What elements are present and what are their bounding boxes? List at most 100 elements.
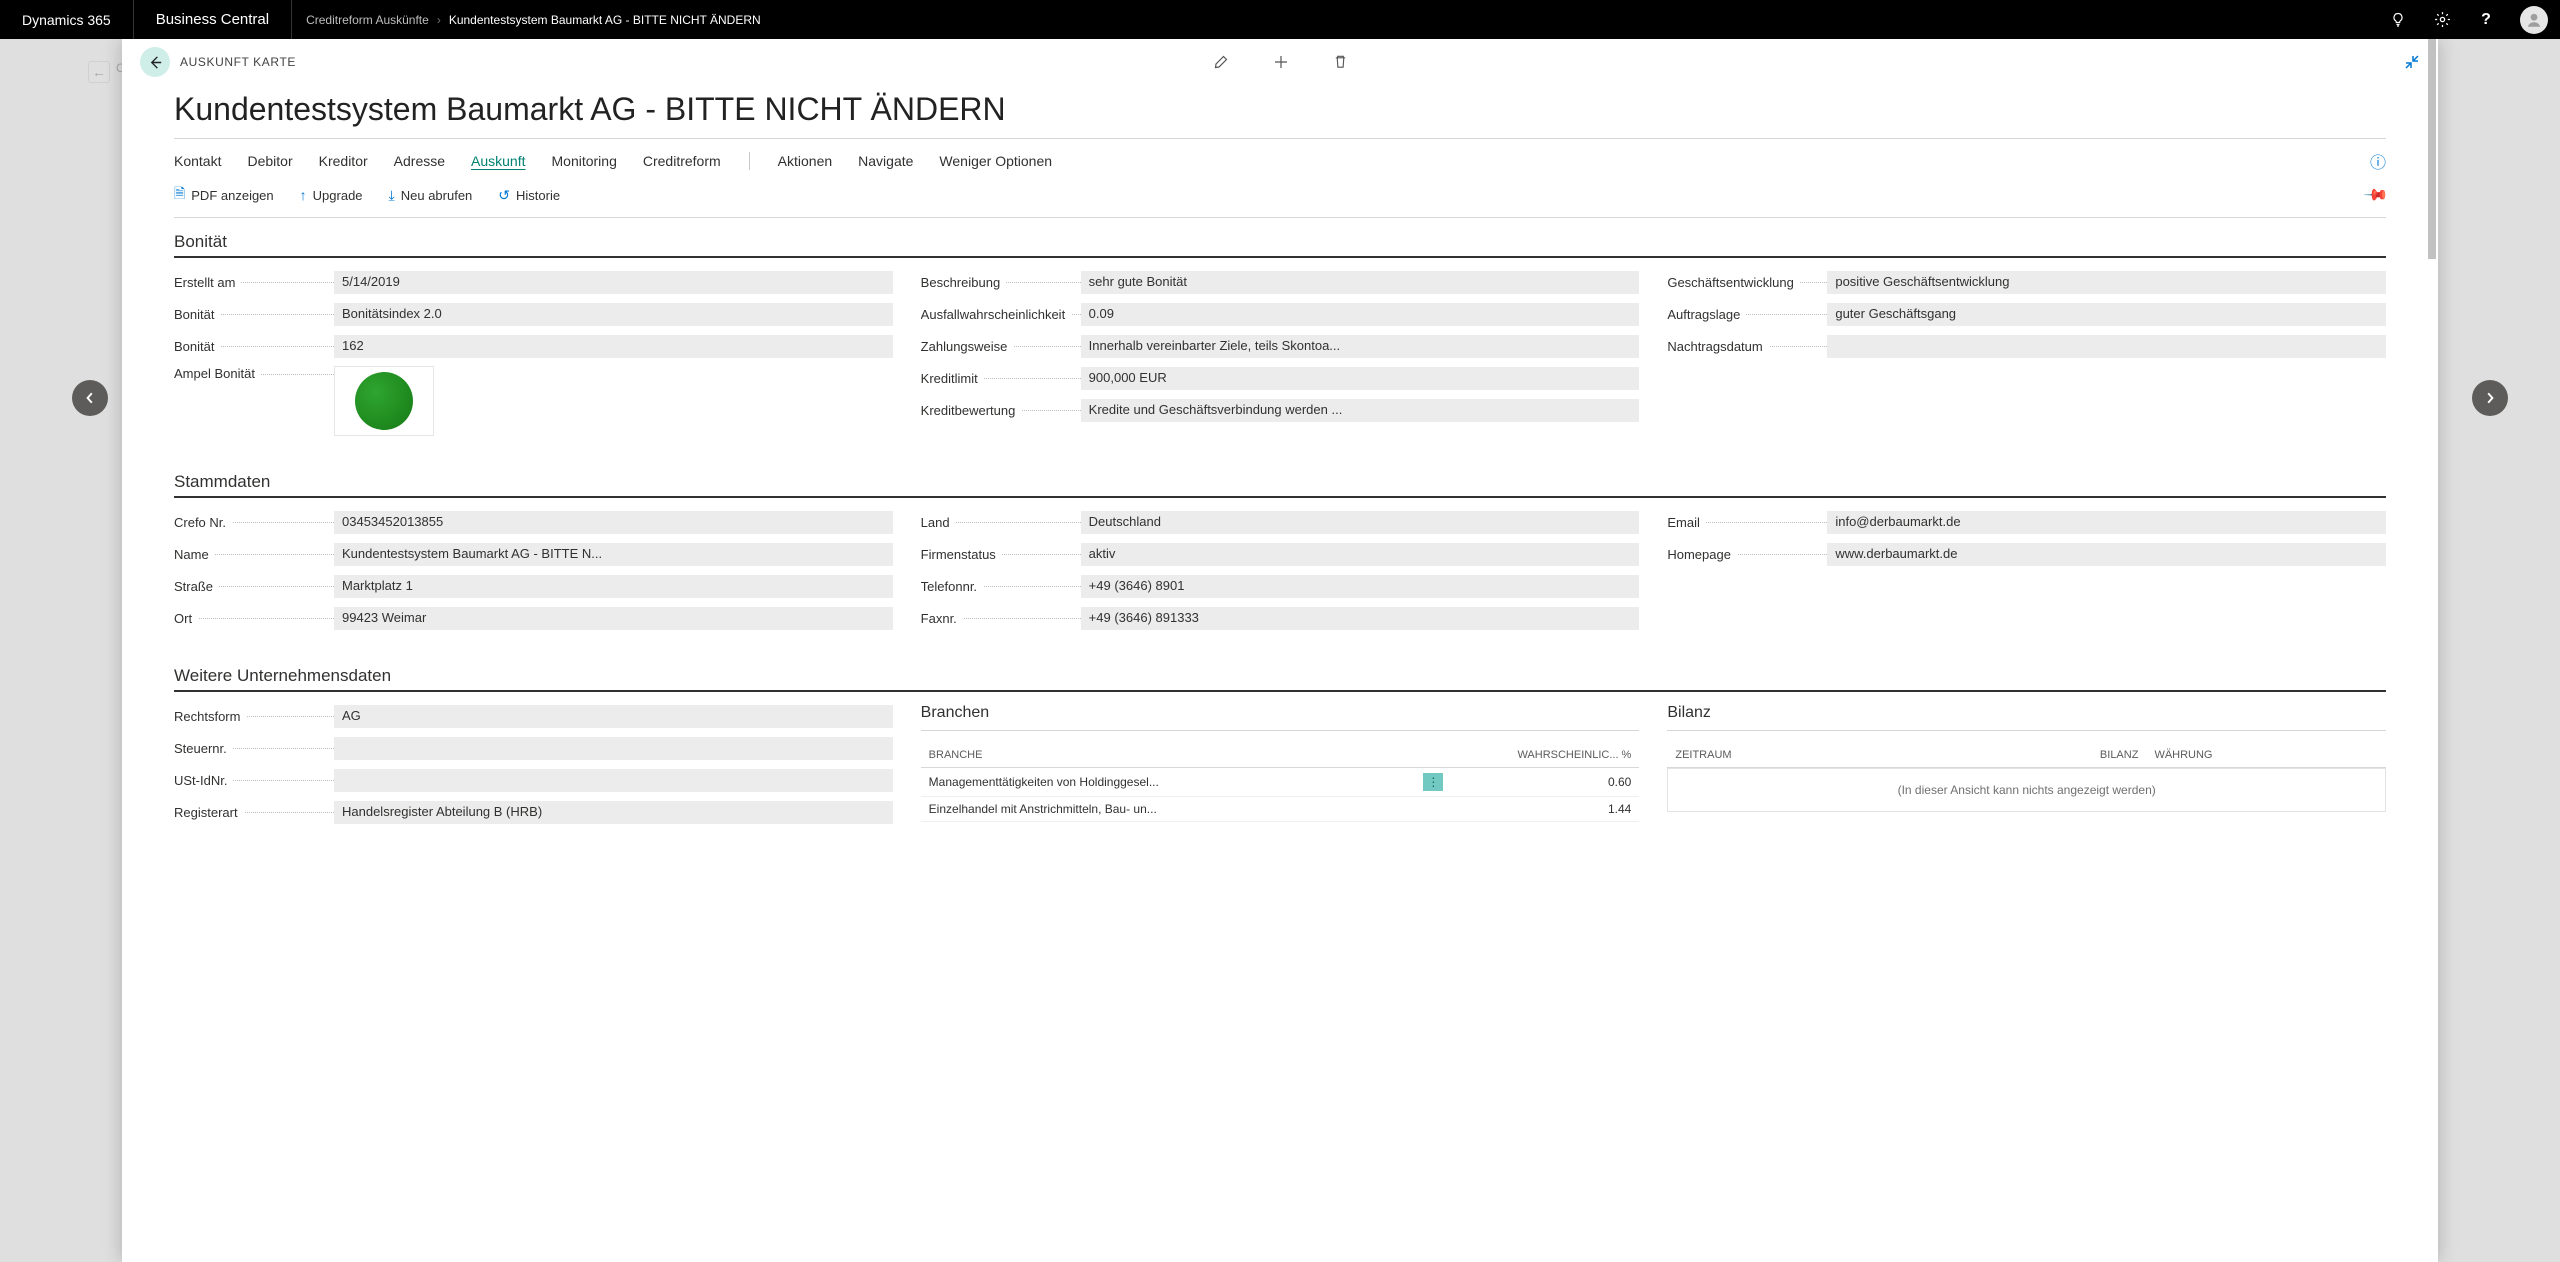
action-label: Upgrade bbox=[313, 188, 363, 203]
field-value-land[interactable]: Deutschland bbox=[1081, 511, 1640, 534]
table-row[interactable]: Managementtätigkeiten von Holdinggesel..… bbox=[921, 768, 1640, 797]
tab-kontakt[interactable]: Kontakt bbox=[174, 153, 221, 169]
detail-panel: AUSKUNFT KARTE Kundentestsystem Baumarkt… bbox=[122, 39, 2438, 1262]
tab-auskunft[interactable]: Auskunft bbox=[471, 153, 525, 169]
column-header-zeitraum[interactable]: ZEITRAUM bbox=[1667, 743, 1907, 768]
field-label: Bonität bbox=[174, 339, 220, 354]
field-value-auftragslage[interactable]: guter Geschäftsgang bbox=[1827, 303, 2386, 326]
card-type-label: AUSKUNFT KARTE bbox=[180, 55, 296, 69]
action-pdf-anzeigen[interactable]: 🗎PDF anzeigen bbox=[174, 183, 274, 207]
column-header-branche[interactable]: BRANCHE bbox=[921, 743, 1410, 768]
next-record-button[interactable] bbox=[2472, 380, 2508, 416]
panel-header: AUSKUNFT KARTE bbox=[122, 39, 2438, 85]
action-upgrade[interactable]: ↑ Upgrade bbox=[300, 187, 363, 203]
chevron-right-icon: › bbox=[437, 13, 441, 27]
section-title-weitere[interactable]: Weitere Unternehmensdaten bbox=[174, 666, 2386, 686]
field-value-strasse[interactable]: Marktplatz 1 bbox=[334, 575, 893, 598]
column-header-pct[interactable]: WAHRSCHEINLIC... % bbox=[1481, 743, 1639, 768]
bilanz-table: ZEITRAUM BILANZ WÄHRUNG bbox=[1667, 743, 2386, 768]
field-label: USt-IdNr. bbox=[174, 773, 233, 788]
breadcrumb-item-current: Kundentestsystem Baumarkt AG - BITTE NIC… bbox=[449, 13, 761, 27]
edit-icon[interactable] bbox=[1213, 54, 1229, 70]
field-value-bonitaet-score[interactable]: 162 bbox=[334, 335, 893, 358]
info-icon[interactable]: ⓘ bbox=[2370, 149, 2386, 173]
table-row[interactable]: Einzelhandel mit Anstrichmitteln, Bau- u… bbox=[921, 797, 1640, 822]
field-value-geschaeftsentwicklung[interactable]: positive Geschäftsentwicklung bbox=[1827, 271, 2386, 294]
field-label: Kreditbewertung bbox=[921, 403, 1022, 418]
field-value-name[interactable]: Kundentestsystem Baumarkt AG - BITTE N..… bbox=[334, 543, 893, 566]
action-bar: 🗎PDF anzeigen ↑ Upgrade ⤓Neu abrufen ↺His… bbox=[174, 179, 2386, 217]
scrollbar[interactable] bbox=[2428, 39, 2436, 1262]
field-label: Ampel Bonität bbox=[174, 366, 261, 381]
field-value-zahlungsweise[interactable]: Innerhalb vereinbarter Ziele, teils Skon… bbox=[1081, 335, 1640, 358]
section-title-bonitaet[interactable]: Bonität bbox=[174, 232, 2386, 252]
app-name[interactable]: Business Central bbox=[133, 0, 292, 39]
field-label: Homepage bbox=[1667, 547, 1737, 562]
field-value-steuer[interactable] bbox=[334, 737, 893, 760]
product-name[interactable]: Dynamics 365 bbox=[0, 0, 133, 39]
tab-monitoring[interactable]: Monitoring bbox=[552, 153, 617, 169]
field-label: Auftragslage bbox=[1667, 307, 1746, 322]
traffic-light-indicator bbox=[334, 366, 434, 436]
field-label: Nachtragsdatum bbox=[1667, 339, 1768, 354]
column-header-bilanz[interactable]: BILANZ bbox=[1907, 743, 2147, 768]
tab-weniger-optionen[interactable]: Weniger Optionen bbox=[939, 153, 1052, 169]
cell-pct: 1.44 bbox=[1481, 797, 1639, 822]
field-value-ausfall[interactable]: 0.09 bbox=[1081, 303, 1640, 326]
field-value-ust[interactable] bbox=[334, 769, 893, 792]
field-value-fax[interactable]: +49 (3646) 891333 bbox=[1081, 607, 1640, 630]
field-value-nachtragsdatum[interactable] bbox=[1827, 335, 2386, 358]
field-value-telefon[interactable]: +49 (3646) 8901 bbox=[1081, 575, 1640, 598]
field-label: Straße bbox=[174, 579, 219, 594]
settings-icon[interactable] bbox=[2420, 0, 2464, 39]
field-value-homepage[interactable]: www.derbaumarkt.de bbox=[1827, 543, 2386, 566]
tab-kreditor[interactable]: Kreditor bbox=[319, 153, 368, 169]
field-value-kreditlimit[interactable]: 900,000 EUR bbox=[1081, 367, 1640, 390]
tab-creditreform[interactable]: Creditreform bbox=[643, 153, 721, 169]
field-label: Erstellt am bbox=[174, 275, 241, 290]
field-value-email[interactable]: info@derbaumarkt.de bbox=[1827, 511, 2386, 534]
lightbulb-icon[interactable] bbox=[2376, 0, 2420, 39]
field-label: Firmenstatus bbox=[921, 547, 1002, 562]
tab-aktionen[interactable]: Aktionen bbox=[778, 153, 832, 169]
pin-icon[interactable]: 📌 bbox=[2362, 181, 2390, 209]
help-icon[interactable]: ? bbox=[2464, 0, 2508, 39]
delete-icon[interactable] bbox=[1333, 54, 1348, 70]
section-title-stammdaten[interactable]: Stammdaten bbox=[174, 472, 2386, 492]
row-menu-icon[interactable]: ⋮ bbox=[1423, 773, 1443, 791]
field-value-firmenstatus[interactable]: aktiv bbox=[1081, 543, 1640, 566]
field-label: Email bbox=[1667, 515, 1706, 530]
tab-debitor[interactable]: Debitor bbox=[247, 153, 292, 169]
new-icon[interactable] bbox=[1273, 54, 1289, 70]
field-label: Kreditlimit bbox=[921, 371, 984, 386]
field-value-bonitaet-index[interactable]: Bonitätsindex 2.0 bbox=[334, 303, 893, 326]
collapse-icon[interactable] bbox=[2404, 54, 2420, 70]
tab-adresse[interactable]: Adresse bbox=[394, 153, 445, 169]
field-value-crefo[interactable]: 03453452013855 bbox=[334, 511, 893, 534]
cell-branche: Einzelhandel mit Anstrichmitteln, Bau- u… bbox=[921, 797, 1410, 822]
action-neu-abrufen[interactable]: ⤓Neu abrufen bbox=[389, 187, 473, 204]
breadcrumb: Creditreform Auskünfte › Kundentestsyste… bbox=[292, 13, 775, 27]
field-value-erstellt[interactable]: 5/14/2019 bbox=[334, 271, 893, 294]
field-label: Name bbox=[174, 547, 215, 562]
pdf-icon: 🗎 bbox=[174, 183, 185, 207]
field-value-ort[interactable]: 99423 Weimar bbox=[334, 607, 893, 630]
field-value-registerart[interactable]: Handelsregister Abteilung B (HRB) bbox=[334, 801, 893, 824]
field-label: Geschäftsentwicklung bbox=[1667, 275, 1799, 290]
field-value-rechtsform[interactable]: AG bbox=[334, 705, 893, 728]
field-label: Ausfallwahrscheinlichkeit bbox=[921, 307, 1072, 322]
back-button[interactable] bbox=[140, 47, 170, 77]
field-value-kreditbewertung[interactable]: Kredite und Geschäftsverbindung werden .… bbox=[1081, 399, 1640, 422]
previous-record-button[interactable] bbox=[72, 380, 108, 416]
tab-navigate[interactable]: Navigate bbox=[858, 153, 913, 169]
field-label: Registerart bbox=[174, 805, 244, 820]
user-avatar[interactable] bbox=[2520, 6, 2548, 34]
breadcrumb-item[interactable]: Creditreform Auskünfte bbox=[306, 13, 429, 27]
column-header-waehrung[interactable]: WÄHRUNG bbox=[2146, 743, 2386, 768]
field-value-beschreibung[interactable]: sehr gute Bonität bbox=[1081, 271, 1640, 294]
field-label: Rechtsform bbox=[174, 709, 246, 724]
upgrade-icon: ↑ bbox=[300, 187, 307, 203]
separator bbox=[749, 152, 750, 170]
action-historie[interactable]: ↺Historie bbox=[498, 187, 560, 204]
action-label: Neu abrufen bbox=[401, 188, 473, 203]
